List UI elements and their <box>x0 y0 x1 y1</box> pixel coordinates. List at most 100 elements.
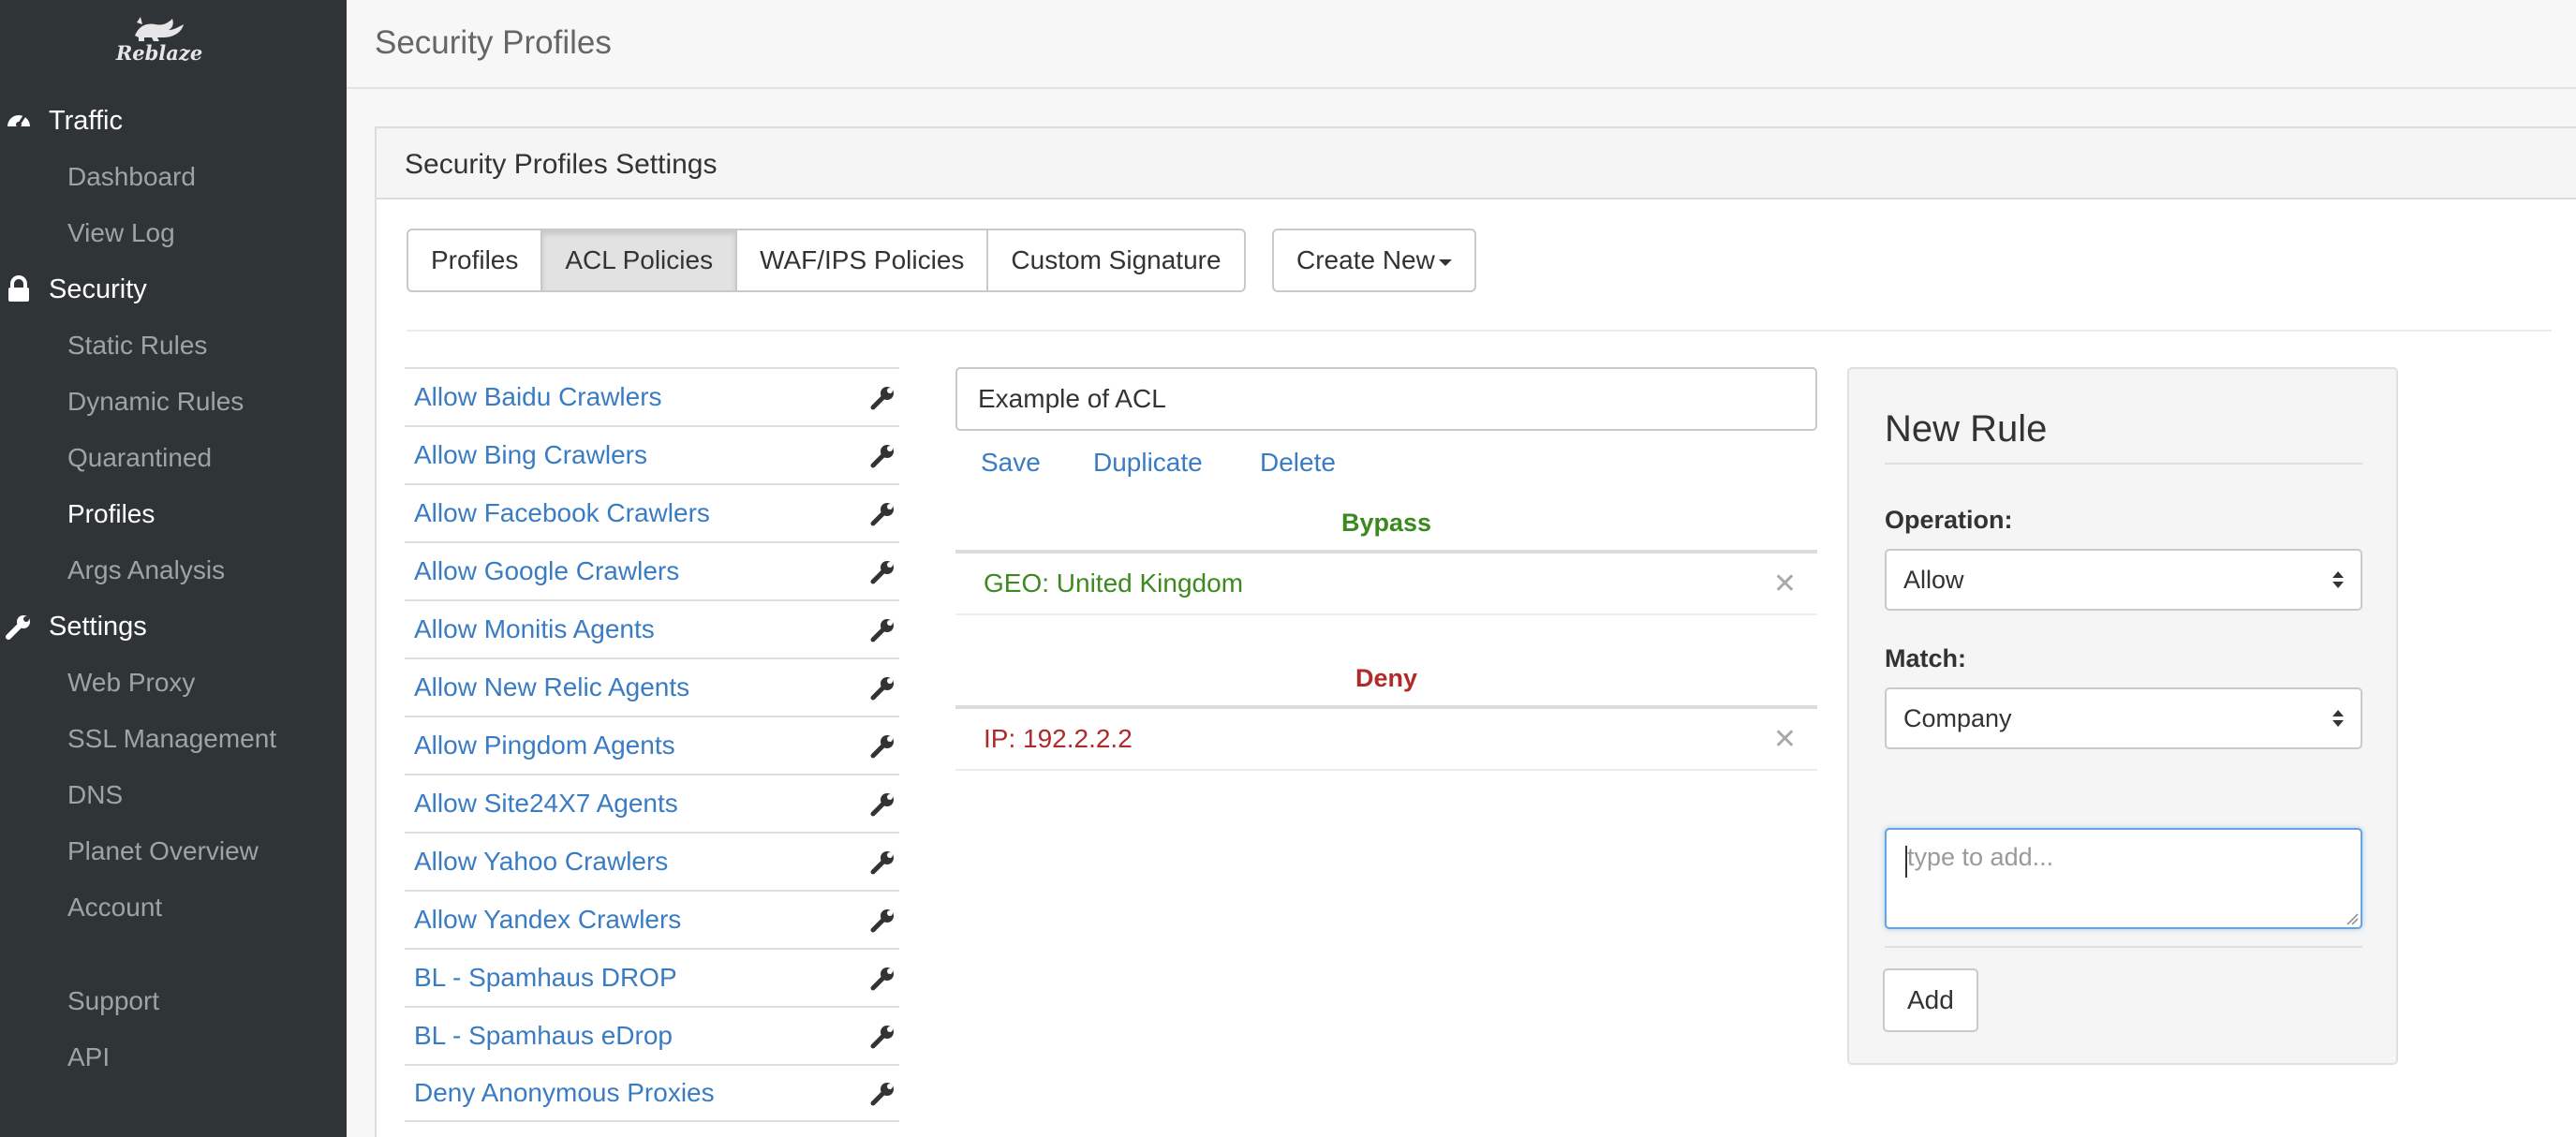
page-header: Security Profiles <box>347 0 2576 89</box>
divider <box>1885 463 2362 465</box>
reblaze-logo[interactable]: Reblaze <box>112 15 206 71</box>
resize-grip-icon[interactable] <box>2346 912 2359 925</box>
new-rule-title: New Rule <box>1885 408 2048 450</box>
acl-name-input[interactable] <box>955 367 1817 431</box>
sidebar-item-ssl-management[interactable]: SSL Management <box>67 711 276 767</box>
list-item[interactable]: Allow Facebook Crawlers <box>405 483 899 541</box>
divider <box>1885 946 2362 948</box>
wrench-icon[interactable] <box>867 672 899 703</box>
save-link[interactable]: Save <box>981 448 1041 478</box>
list-item[interactable]: Allow Yandex Crawlers <box>405 890 899 948</box>
brand-name: Reblaze <box>115 41 203 65</box>
sidebar-item-dns[interactable]: DNS <box>67 767 123 823</box>
list-item[interactable]: Allow Site24X7 Agents <box>405 774 899 832</box>
new-rule-box: New Rule Operation: Allow Match: Company… <box>1847 367 2398 1065</box>
list-item[interactable]: Allow Yahoo Crawlers <box>405 832 899 890</box>
wrench-icon[interactable] <box>867 1020 899 1052</box>
tab-waf-ips-policies[interactable]: WAF/IPS Policies <box>735 229 989 292</box>
lock-icon <box>2 273 36 306</box>
wrench-icon[interactable] <box>867 1077 899 1109</box>
wrench-icon[interactable] <box>867 730 899 761</box>
policy-link[interactable]: Allow Site24X7 Agents <box>414 789 678 819</box>
list-item[interactable]: Allow Bing Crawlers <box>405 425 899 483</box>
nav-section-traffic[interactable]: Traffic <box>0 93 347 149</box>
sidebar-item-static-rules[interactable]: Static Rules <box>67 317 207 374</box>
bypass-rule-row: GEO: United Kingdom ✕ <box>955 554 1817 615</box>
rhino-logo-icon <box>135 17 184 41</box>
sidebar-item-planet-overview[interactable]: Planet Overview <box>67 823 259 879</box>
select-arrows-icon <box>2332 710 2344 727</box>
policy-link[interactable]: BL - Spamhaus DROP <box>414 963 677 993</box>
policy-link[interactable]: Allow Baidu Crawlers <box>414 382 662 412</box>
wrench-icon[interactable] <box>867 846 899 878</box>
duplicate-link[interactable]: Duplicate <box>1093 448 1203 478</box>
deny-section-title: Deny <box>1355 664 1418 692</box>
wrench-icon[interactable] <box>867 613 899 645</box>
policy-link[interactable]: Allow Monitis Agents <box>414 614 655 644</box>
policy-link[interactable]: Allow New Relic Agents <box>414 672 689 702</box>
wrench-icon[interactable] <box>867 962 899 994</box>
sidebar-item-dynamic-rules[interactable]: Dynamic Rules <box>67 374 244 430</box>
sidebar: Reblaze Traffic Dashboard View Log Secur… <box>0 0 347 1137</box>
wrench-icon <box>2 610 36 643</box>
remove-icon[interactable]: ✕ <box>1773 723 1797 756</box>
list-item[interactable]: BL - Spamhaus DROP <box>405 948 899 1006</box>
policy-link[interactable]: Deny Anonymous Proxies <box>414 1078 715 1108</box>
match-value: Company <box>1903 703 2012 732</box>
caret-down-icon <box>1438 258 1452 266</box>
policy-link[interactable]: Allow Yahoo Crawlers <box>414 847 668 877</box>
remove-icon[interactable]: ✕ <box>1773 568 1797 600</box>
sidebar-item-quarantined[interactable]: Quarantined <box>67 430 212 486</box>
tab-profiles[interactable]: Profiles <box>407 229 543 292</box>
bypass-section-title: Bypass <box>1340 509 1432 537</box>
sidebar-item-view-log[interactable]: View Log <box>67 205 175 261</box>
divider <box>407 330 2552 332</box>
sidebar-item-support[interactable]: Support <box>67 973 159 1029</box>
policy-link[interactable]: Allow Yandex Crawlers <box>414 905 681 935</box>
create-new-dropdown[interactable]: Create New <box>1272 229 1476 292</box>
sidebar-item-dashboard[interactable]: Dashboard <box>67 149 196 205</box>
tab-custom-signature[interactable]: Custom Signature <box>986 229 1246 292</box>
operation-value: Allow <box>1903 565 1964 594</box>
sidebar-item-account[interactable]: Account <box>67 879 162 936</box>
match-select[interactable]: Company <box>1885 687 2362 749</box>
list-item[interactable]: Allow Pingdom Agents <box>405 716 899 774</box>
policy-link[interactable]: Allow Google Crawlers <box>414 556 679 586</box>
wrench-icon[interactable] <box>867 788 899 820</box>
panel-title: Security Profiles Settings <box>405 149 718 180</box>
sidebar-item-web-proxy[interactable]: Web Proxy <box>67 655 195 711</box>
wrench-icon[interactable] <box>867 904 899 936</box>
tab-acl-policies[interactable]: ACL Policies <box>540 229 738 292</box>
deny-rule-text: IP: 192.2.2.2 <box>984 724 1133 753</box>
sidebar-item-api[interactable]: API <box>67 1029 110 1085</box>
list-item[interactable]: BL - Spamhaus eDrop <box>405 1006 899 1064</box>
text-cursor <box>1905 846 1907 878</box>
delete-link[interactable]: Delete <box>1260 448 1336 478</box>
policy-link[interactable]: Allow Pingdom Agents <box>414 731 675 760</box>
page-title: Security Profiles <box>375 24 612 61</box>
policy-link[interactable]: BL - Spamhaus eDrop <box>414 1021 673 1051</box>
operation-select[interactable]: Allow <box>1885 549 2362 611</box>
sidebar-item-args-analysis[interactable]: Args Analysis <box>67 542 225 598</box>
wrench-icon[interactable] <box>867 497 899 529</box>
list-item[interactable]: Allow Monitis Agents <box>405 599 899 657</box>
add-button[interactable]: Add <box>1883 968 1978 1032</box>
rule-value-textarea[interactable] <box>1885 828 2362 929</box>
operation-label: Operation: <box>1885 506 2013 534</box>
nav-section-label: Traffic <box>49 105 123 136</box>
list-item[interactable]: Allow Baidu Crawlers <box>405 367 899 425</box>
policy-link[interactable]: Allow Facebook Crawlers <box>414 498 710 528</box>
list-item[interactable]: Deny Anonymous Proxies <box>405 1064 899 1122</box>
create-new-label: Create New <box>1296 245 1435 274</box>
policy-link[interactable]: Allow Bing Crawlers <box>414 440 647 470</box>
sidebar-item-profiles[interactable]: Profiles <box>67 486 155 542</box>
list-item[interactable]: Allow New Relic Agents <box>405 657 899 716</box>
dashboard-gauge-icon <box>2 104 36 138</box>
nav-section-settings[interactable]: Settings <box>0 598 347 655</box>
wrench-icon[interactable] <box>867 381 899 413</box>
wrench-icon[interactable] <box>867 555 899 587</box>
list-item[interactable]: Allow Google Crawlers <box>405 541 899 599</box>
nav-section-security[interactable]: Security <box>0 261 347 317</box>
select-arrows-icon <box>2332 571 2344 588</box>
wrench-icon[interactable] <box>867 439 899 471</box>
